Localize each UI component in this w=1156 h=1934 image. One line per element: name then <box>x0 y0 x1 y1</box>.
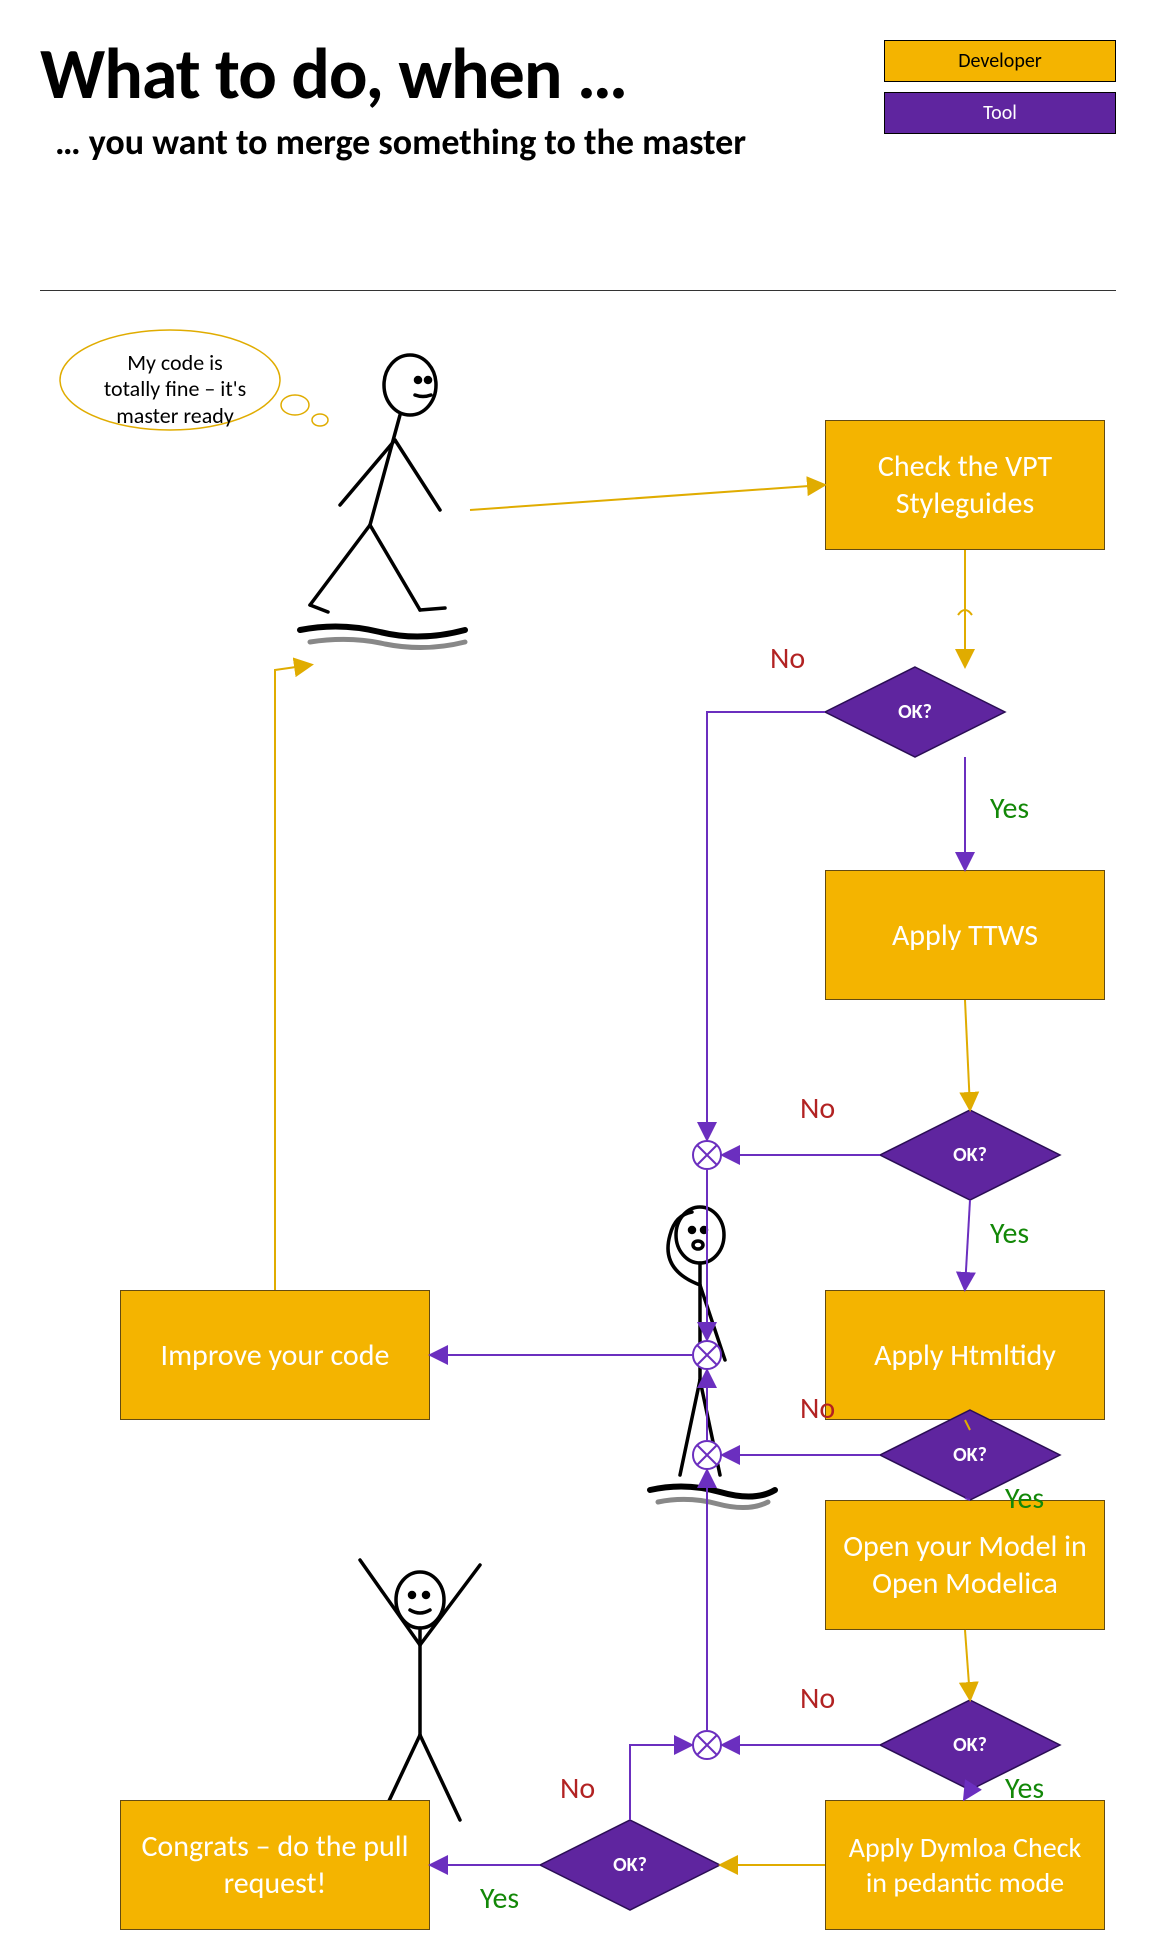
label-no-2: No <box>800 1090 835 1127</box>
label-no-1: No <box>770 640 805 677</box>
label-yes-3: Yes <box>1005 1480 1044 1517</box>
label-yes-1: Yes <box>990 790 1029 827</box>
stickfigure-walking-icon <box>280 350 500 670</box>
legend-developer: Developer <box>884 40 1116 82</box>
decision-5-label: OK? <box>540 1820 720 1910</box>
decision-5: OK? <box>540 1820 720 1910</box>
box-apply-dymola: Apply Dymloa Check in pedantic mode <box>825 1800 1105 1930</box>
label-yes-2: Yes <box>990 1215 1029 1252</box>
label-yes-5: Yes <box>480 1880 519 1917</box>
junction-icon <box>692 1440 722 1470</box>
label-no-4: No <box>800 1680 835 1717</box>
junction-icon <box>692 1340 722 1370</box>
decision-1: OK? <box>825 667 1005 757</box>
page-title: What to do, when … <box>40 30 627 118</box>
decision-1-label: OK? <box>825 667 1005 757</box>
box-open-modelica: Open your Model in Open Modelica <box>825 1500 1105 1630</box>
box-improve-code: Improve your code <box>120 1290 430 1420</box>
thought-line3: master ready <box>116 402 234 429</box>
label-no-3: No <box>800 1390 835 1427</box>
legend: Developer Tool <box>884 40 1116 144</box>
decision-2: OK? <box>880 1110 1060 1200</box>
thought-text: My code is totally fine – it's master re… <box>85 350 265 429</box>
decision-2-label: OK? <box>880 1110 1060 1200</box>
box-apply-htmltidy: Apply Htmltidy <box>825 1290 1105 1420</box>
box-check-styleguides: Check the VPT Styleguides <box>825 420 1105 550</box>
stickfigure-cheering-icon <box>310 1540 530 1840</box>
junction-icon <box>692 1730 722 1760</box>
label-yes-4: Yes <box>1005 1770 1044 1807</box>
box-congrats: Congrats – do the pull request! <box>120 1800 430 1930</box>
legend-tool: Tool <box>884 92 1116 134</box>
thought-line2: totally fine – it's <box>104 375 246 402</box>
divider <box>40 290 1116 291</box>
junction-icon <box>692 1140 722 1170</box>
thought-line1: My code is <box>127 349 223 376</box>
page-subtitle: … you want to merge something to the mas… <box>55 120 746 164</box>
label-no-5: No <box>560 1770 595 1807</box>
box-apply-ttws: Apply TTWS <box>825 870 1105 1000</box>
